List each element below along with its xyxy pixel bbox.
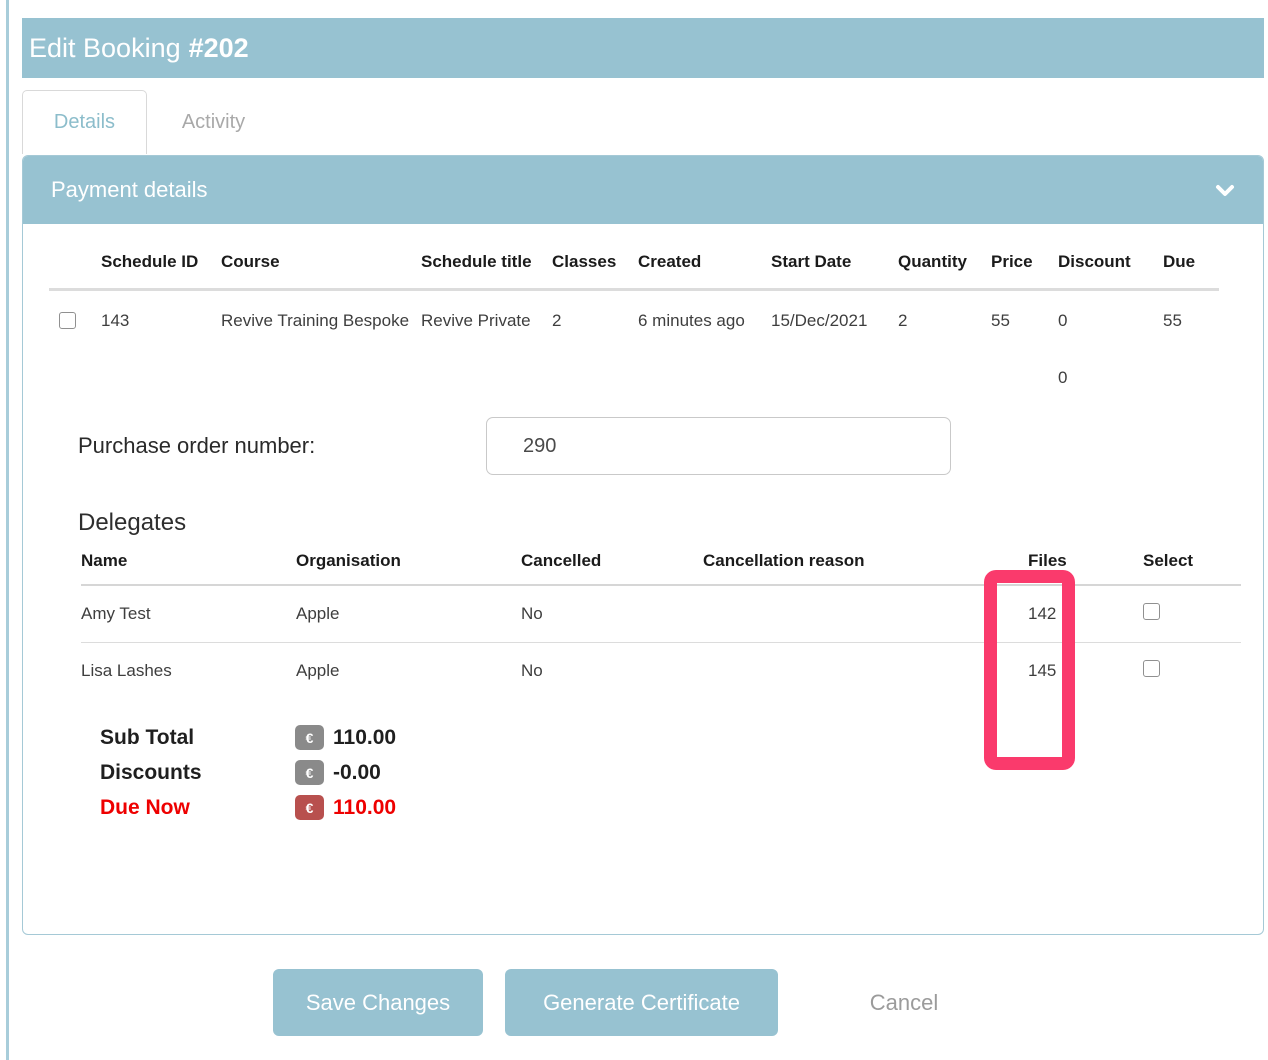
col-files: Files	[1028, 551, 1143, 585]
tab-bar: Details Activity	[22, 90, 1264, 154]
col-schedule-id: Schedule ID	[101, 250, 221, 290]
cell-total-discount: 0	[1058, 337, 1163, 391]
cell-delegate-organisation: Apple	[296, 585, 521, 642]
totals-block: Sub Total € 110.00 Discounts € -0.00 Due…	[100, 725, 1237, 820]
booking-number: #202	[189, 33, 249, 64]
discounts-value: -0.00	[333, 761, 381, 785]
cell-discount: 0	[1058, 290, 1163, 338]
payment-details-body: Schedule ID Course Schedule title Classe…	[23, 224, 1263, 820]
schedule-header-row: Schedule ID Course Schedule title Classe…	[49, 250, 1219, 290]
delegate-row: Amy Test Apple No 142	[81, 585, 1241, 642]
delegates-table: Name Organisation Cancelled Cancellation…	[81, 551, 1241, 699]
cell-delegate-files[interactable]: 142	[1028, 585, 1143, 642]
footer-actions: Save Changes Generate Certificate Cancel	[22, 969, 1264, 1036]
col-price: Price	[991, 250, 1058, 290]
schedule-row: 143 Revive Training Bespoke Revive Priva…	[49, 290, 1219, 338]
col-due: Due	[1163, 250, 1219, 290]
cell-price: 55	[991, 290, 1058, 338]
col-organisation: Organisation	[296, 551, 521, 585]
col-cancelled: Cancelled	[521, 551, 703, 585]
page-title-bar: Edit Booking #202	[22, 18, 1264, 78]
col-quantity: Quantity	[898, 250, 991, 290]
payment-details-header[interactable]: Payment details	[23, 156, 1263, 224]
subtotal-value: 110.00	[333, 726, 396, 750]
euro-icon: €	[295, 725, 324, 750]
cell-delegate-cancellation-reason	[703, 585, 1028, 642]
schedule-totals-row: 0	[49, 337, 1219, 391]
cell-due: 55	[1163, 290, 1219, 338]
schedule-table: Schedule ID Course Schedule title Classe…	[49, 250, 1219, 391]
chevron-down-icon[interactable]	[1215, 184, 1235, 197]
col-classes: Classes	[552, 250, 638, 290]
save-changes-button[interactable]: Save Changes	[273, 969, 483, 1036]
col-discount: Discount	[1058, 250, 1163, 290]
due-now-value: 110.00	[333, 796, 396, 820]
delegate-select-checkbox[interactable]	[1143, 660, 1160, 677]
delegates-heading: Delegates	[78, 509, 1237, 537]
edit-booking-page: Edit Booking #202 Details Activity Payme…	[22, 18, 1264, 1036]
cell-classes: 2	[552, 290, 638, 338]
cell-quantity: 2	[898, 290, 991, 338]
due-now-row: Due Now € 110.00	[100, 795, 1237, 820]
tab-activity-label: Activity	[182, 111, 245, 134]
subtotal-row: Sub Total € 110.00	[100, 725, 1237, 750]
purchase-order-input[interactable]	[486, 417, 951, 475]
schedule-row-checkbox[interactable]	[59, 312, 76, 329]
cell-delegate-cancelled: No	[521, 585, 703, 642]
page-title: Edit Booking	[29, 33, 181, 64]
purchase-order-label: Purchase order number:	[78, 433, 486, 459]
schedule-select-col-header	[49, 250, 101, 290]
cell-delegate-name: Amy Test	[81, 585, 296, 642]
due-now-label: Due Now	[100, 796, 295, 820]
payment-details-title: Payment details	[51, 177, 208, 203]
col-schedule-title: Schedule title	[421, 250, 552, 290]
col-start-date: Start Date	[771, 250, 898, 290]
col-created: Created	[638, 250, 771, 290]
tab-details[interactable]: Details	[22, 90, 147, 154]
generate-certificate-button[interactable]: Generate Certificate	[505, 969, 778, 1036]
discounts-row: Discounts € -0.00	[100, 760, 1237, 785]
cell-delegate-name: Lisa Lashes	[81, 642, 296, 699]
col-course: Course	[221, 250, 421, 290]
discounts-label: Discounts	[100, 761, 295, 785]
col-cancellation-reason: Cancellation reason	[703, 551, 1028, 585]
purchase-order-row: Purchase order number:	[49, 417, 1237, 475]
payment-details-panel: Payment details Schedule ID	[22, 155, 1264, 935]
cell-schedule-title: Revive Private	[421, 290, 552, 338]
cell-course: Revive Training Bespoke	[221, 290, 421, 338]
cell-delegate-organisation: Apple	[296, 642, 521, 699]
tab-activity[interactable]: Activity	[147, 90, 280, 154]
delegate-row: Lisa Lashes Apple No 145	[81, 642, 1241, 699]
tab-details-label: Details	[54, 111, 115, 134]
page-left-rule	[6, 0, 9, 1060]
cell-start-date: 15/Dec/2021	[771, 290, 898, 338]
col-select: Select	[1143, 551, 1241, 585]
cell-delegate-cancelled: No	[521, 642, 703, 699]
cell-delegate-files[interactable]: 145	[1028, 642, 1143, 699]
euro-icon: €	[295, 795, 324, 820]
delegates-header-row: Name Organisation Cancelled Cancellation…	[81, 551, 1241, 585]
cancel-link[interactable]: Cancel	[862, 990, 946, 1016]
cell-created: 6 minutes ago	[638, 290, 771, 338]
subtotal-label: Sub Total	[100, 726, 295, 750]
delegate-select-checkbox[interactable]	[1143, 603, 1160, 620]
cell-schedule-id: 143	[101, 290, 221, 338]
cell-delegate-cancellation-reason	[703, 642, 1028, 699]
euro-icon: €	[295, 760, 324, 785]
col-name: Name	[81, 551, 296, 585]
